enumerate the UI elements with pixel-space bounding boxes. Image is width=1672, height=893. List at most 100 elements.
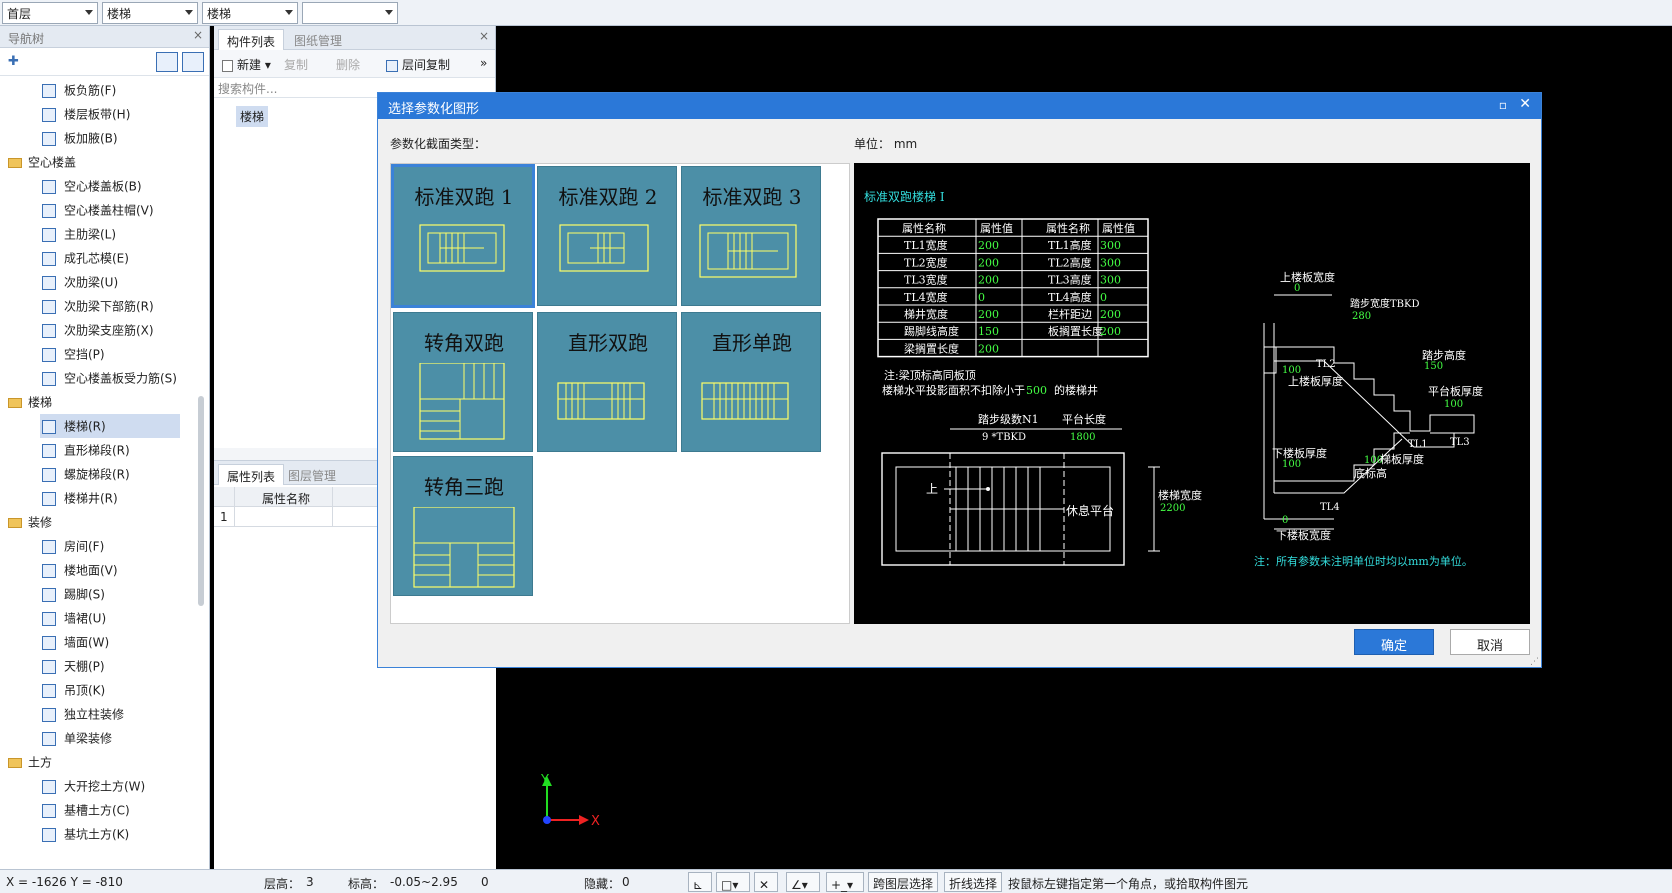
shape-tile[interactable]: 标准双跑 2 — [537, 166, 677, 306]
floor-combo[interactable]: 首层 — [2, 2, 98, 24]
tree-item[interactable]: 直形梯段(R) — [0, 438, 200, 462]
nav-header: 导航树 × — [0, 26, 209, 48]
detail-view-icon[interactable] — [182, 52, 204, 72]
close-icon[interactable]: ✕ — [1519, 96, 1531, 112]
tree-item-label: 楼梯井(R) — [64, 491, 118, 506]
snap-button[interactable]: □▾ — [716, 872, 750, 892]
cross-icon: ✕ — [759, 878, 770, 892]
tree-item[interactable]: 吊顶(K) — [0, 678, 200, 702]
tree-item[interactable]: 空心楼盖柱帽(V) — [0, 198, 200, 222]
tab-property-list[interactable]: 属性列表 — [218, 464, 285, 485]
resize-grip-icon[interactable]: ⋰ — [1530, 657, 1539, 667]
preview-text: TL3宽度 — [904, 273, 948, 287]
component-icon — [42, 563, 56, 578]
tree-item[interactable]: 次肋梁(U) — [0, 270, 200, 294]
elevation-value: -0.05~2.95 — [390, 875, 458, 889]
tree-item-label: 次肋梁下部筋(R) — [64, 299, 154, 314]
tree-group[interactable]: 楼梯 — [0, 390, 200, 414]
tree-item[interactable]: 空心楼盖板(B) — [0, 174, 200, 198]
more-icon[interactable]: » — [480, 56, 487, 70]
stair-preview-drawing: 标准双跑楼梯 I属性名称 属性值 属性名称 属性值TL1宽度 200 TL1高度 300TL… — [864, 189, 1483, 568]
copy-button[interactable]: 复制 — [284, 56, 308, 73]
shape-tile[interactable]: 转角双跑 — [393, 312, 533, 452]
tree-item-label: 空心楼盖板受力筋(S) — [64, 371, 177, 386]
nav-scrollbar[interactable] — [198, 396, 204, 606]
x-axis-label: X — [591, 814, 600, 829]
tree-item[interactable]: 板负筋(F) — [0, 78, 200, 102]
tree-item[interactable]: 基槽土方(C) — [0, 798, 200, 822]
preview-text: TL2 — [1316, 359, 1336, 370]
tree-item-label: 楼地面(V) — [64, 563, 118, 578]
tree-item[interactable]: 次肋梁支座筋(X) — [0, 318, 200, 342]
tree-item[interactable]: 大开挖土方(W) — [0, 774, 200, 798]
ok-button[interactable]: 确定 — [1354, 629, 1434, 655]
tree-item[interactable]: 螺旋梯段(R) — [0, 462, 200, 486]
tree-item[interactable]: 单梁装修 — [0, 726, 200, 750]
cancel-button[interactable]: 取消 — [1450, 629, 1530, 655]
tree-item[interactable]: 板加腋(B) — [0, 126, 200, 150]
component-item-stair[interactable]: 楼梯 — [236, 106, 269, 127]
polyline-select-button[interactable]: 折线选择 — [944, 872, 1002, 892]
shape-tile[interactable]: 直形单跑 — [681, 312, 821, 452]
tree-item[interactable]: 成孔芯模(E) — [0, 246, 200, 270]
close-icon[interactable]: × — [193, 28, 203, 42]
tree-group[interactable]: 土方 — [0, 750, 200, 774]
tab-drawing-management[interactable]: 图纸管理 — [286, 29, 350, 50]
tree-item-label: 空挡(P) — [64, 347, 105, 362]
type-combo[interactable]: 楼梯 — [202, 2, 298, 24]
shape-tile[interactable]: 直形双跑 — [537, 312, 677, 452]
category-combo[interactable]: 楼梯 — [102, 2, 198, 24]
tab-component-list[interactable]: 构件列表 — [218, 29, 285, 50]
maximize-icon[interactable]: ▫ — [1499, 98, 1507, 112]
tree-item-label: 空心楼盖柱帽(V) — [64, 203, 154, 218]
shape-tile[interactable]: 标准双跑 1 — [391, 164, 535, 308]
preview-text: TL4 — [1320, 502, 1340, 513]
tree-group[interactable]: 装修 — [0, 510, 200, 534]
tree-item[interactable]: 楼梯(R) — [40, 414, 180, 438]
tree-item[interactable]: 墙裙(U) — [0, 606, 200, 630]
preview-text: TL2高度 — [1048, 255, 1092, 269]
cross-layer-select-button[interactable]: 跨图层选择 — [868, 872, 938, 892]
delete-button[interactable]: 删除 — [336, 56, 360, 73]
tree-group[interactable]: 空心楼盖 — [0, 150, 200, 174]
tree-item[interactable]: 楼梯井(R) — [0, 486, 200, 510]
dynamic-input-button[interactable]: +_▾ — [826, 872, 864, 892]
floor-copy-button[interactable]: 层间复制 — [386, 56, 450, 73]
snap-icon: □▾ — [721, 878, 739, 892]
tree-item-label: 房间(F) — [64, 539, 105, 554]
tree-item[interactable]: 楼层板带(H) — [0, 102, 200, 126]
shape-tile-label: 转角三跑 — [424, 475, 504, 499]
add-icon[interactable]: ✚ — [8, 54, 19, 69]
component-icon — [42, 347, 56, 362]
stair-plan-icon — [699, 224, 797, 278]
new-button[interactable]: 新建 ▾ — [222, 56, 271, 73]
hidden-value: 0 — [622, 875, 630, 889]
component-combo[interactable] — [302, 2, 398, 24]
tab-layer-management[interactable]: 图层管理 — [280, 464, 344, 485]
tree-item[interactable]: 主肋梁(L) — [0, 222, 200, 246]
tree-item[interactable]: 房间(F) — [0, 534, 200, 558]
tree-item[interactable]: 空心楼盖板受力筋(S) — [0, 366, 200, 390]
close-icon[interactable]: × — [479, 29, 489, 43]
tree-item[interactable]: 次肋梁下部筋(R) — [0, 294, 200, 318]
shape-tile[interactable]: 转角三跑 — [393, 456, 533, 596]
tree-item[interactable]: 楼地面(V) — [0, 558, 200, 582]
ortho-button[interactable]: ⊾ — [688, 872, 712, 892]
cross-button[interactable]: ✕ — [754, 872, 778, 892]
preview-text: 板搁置长度 — [1048, 324, 1103, 338]
new-icon — [222, 59, 233, 72]
shape-tile[interactable]: 标准双跑 3 — [681, 166, 821, 306]
preview-text: 200 — [1100, 308, 1121, 321]
component-icon — [42, 203, 56, 218]
tree-item[interactable]: 空挡(P) — [0, 342, 200, 366]
shape-tile-label: 标准双跑 3 — [702, 185, 802, 209]
tree-item[interactable]: 天棚(P) — [0, 654, 200, 678]
angle-button[interactable]: ∠▾ — [786, 872, 820, 892]
list-view-icon[interactable] — [156, 52, 178, 72]
tree-item[interactable]: 踢脚(S) — [0, 582, 200, 606]
tree-item[interactable]: 墙面(W) — [0, 630, 200, 654]
preview-text: 0 — [1100, 291, 1107, 304]
tree-item[interactable]: 基坑土方(K) — [0, 822, 200, 846]
tree-item-label: 装修 — [28, 515, 53, 530]
tree-item[interactable]: 独立柱装修 — [0, 702, 200, 726]
